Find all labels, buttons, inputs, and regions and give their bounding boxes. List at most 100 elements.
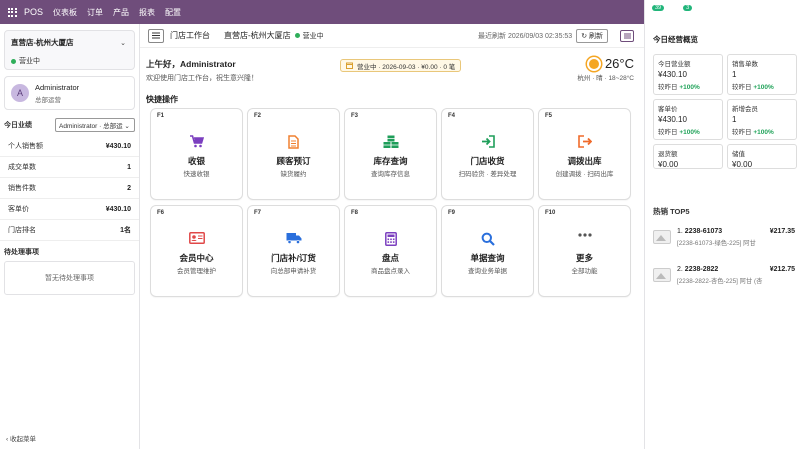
temperature: 26°C: [604, 56, 634, 71]
store-selector[interactable]: 直营店-杭州大厦店 营业中 ⌄: [4, 30, 135, 70]
welcome-text: 欢迎使用门店工作台，祝生意兴隆！: [146, 75, 258, 82]
perf-label: 成交单数: [8, 164, 36, 171]
tile-store-replenish[interactable]: F7 门店补/订货 向总部申请补货: [247, 205, 340, 297]
tile-transfer-out[interactable]: F5 调拨出库 创建调拨 · 扫码出库: [538, 108, 631, 200]
status-dot-icon: [11, 58, 16, 64]
pending-title: 待处理事项: [4, 249, 39, 256]
hot-rank: 2.: [677, 265, 683, 273]
greeting: 上午好，Administrator: [146, 59, 236, 69]
activity-button[interactable]: 3: [677, 5, 695, 17]
hotkey-label: F2: [254, 113, 262, 119]
chat-button[interactable]: 39: [645, 5, 667, 17]
calculator-icon: [384, 232, 397, 246]
toolbar-status: 营业中: [294, 31, 324, 41]
perf-value: 1: [127, 163, 131, 171]
tile-name: 盘点: [381, 253, 399, 263]
sign-out-icon: [577, 135, 592, 148]
tile-more[interactable]: F10 更多 全部功能: [538, 205, 631, 297]
stat-value: ¥0.00: [732, 160, 753, 169]
hot-item[interactable]: 1. 2238-61073 ¥217.35 [2238-61073-绿色-225]…: [653, 220, 795, 254]
perf-user-select-value: Administrator · 总部运: [59, 123, 123, 130]
user-avatar-circle: A: [11, 84, 29, 102]
menu-reports[interactable]: 报表: [139, 7, 155, 18]
image-placeholder-icon: [653, 230, 671, 244]
toolbar-store: 直营店-杭州大厦店: [224, 31, 291, 40]
status-dot-icon: [294, 33, 300, 38]
perf-value: 1名: [120, 227, 131, 234]
sidebar-toggle-button[interactable]: [148, 28, 164, 43]
tile-store-receiving[interactable]: F4 门店收货 扫码验货 · 差异处理: [441, 108, 534, 200]
menu-orders[interactable]: 订单: [87, 7, 103, 18]
apps-menu-icon[interactable]: [0, 7, 24, 17]
stat-compare: 较昨日: [658, 84, 678, 91]
left-panel: 直营店-杭州大厦店 营业中 ⌄ A Administrator 总部运营 今日业…: [0, 24, 140, 449]
overview-stats: 今日营业额 ¥430.10 较昨日 +100% 销售单数 1 较昨日 +100%…: [653, 54, 797, 169]
stat-label: 新增会员: [732, 106, 758, 113]
hot-item[interactable]: 2. 2238-2822 ¥212.75 [2238-2822-杏色-225] 阿…: [653, 258, 795, 292]
hotkey-label: F9: [448, 210, 456, 216]
menu-dashboard[interactable]: 仪表板: [53, 7, 77, 18]
tile-name: 门店收货: [470, 156, 505, 166]
refresh-button[interactable]: ↻ 刷新: [576, 29, 608, 43]
fullscreen-button[interactable]: 全屏: [705, 1, 724, 23]
tile-name: 库存查询: [373, 156, 408, 166]
store-name: 直营店-杭州大厦店: [11, 38, 74, 47]
tile-stocktake[interactable]: F8 盘点 商品盘点录入: [344, 205, 437, 297]
tile-name: 收银: [187, 156, 205, 166]
eye-slash-icon: [734, 10, 738, 14]
app-brand[interactable]: POS: [24, 7, 43, 17]
perf-user-select[interactable]: Administrator · 总部运 ⌄: [55, 118, 135, 132]
refresh-label: 刷新: [589, 33, 603, 40]
stat-value: ¥430.10: [658, 70, 687, 79]
fullscreen-label: 全屏: [713, 2, 722, 22]
hot-price: ¥217.35: [769, 227, 795, 235]
business-status-pill: 营业中 · 2026-09-03 · ¥0.00 · 0 笔: [340, 59, 462, 72]
list-icon: [623, 33, 631, 39]
tile-inventory-query[interactable]: F3 库存查询 查询库存信息: [344, 108, 437, 200]
hotkey-label: F1: [157, 113, 165, 119]
tile-name: 更多: [575, 253, 593, 263]
hotkey-label: F6: [157, 210, 165, 216]
hotkey-label: F7: [254, 210, 262, 216]
menu-products[interactable]: 产品: [113, 7, 129, 18]
cubes-icon: [383, 135, 398, 148]
tile-name: 单据查询: [470, 253, 505, 263]
collapse-menu-button[interactable]: ‹ 收起菜单: [6, 433, 36, 443]
tile-name: 会员中心: [179, 253, 214, 263]
tile-desc: 扫码验货 · 差异处理: [458, 171, 517, 178]
stat-card: 储值 ¥0.00: [727, 144, 797, 169]
hotkey-label: F5: [545, 113, 553, 119]
menu-config[interactable]: 配置: [165, 7, 181, 18]
tile-desc: 创建调拨 · 扫码出库: [555, 171, 614, 178]
perf-value: ¥430.10: [105, 142, 131, 150]
stat-label: 退货额: [658, 151, 678, 158]
hot-sellers-title: 热销 TOP5: [653, 207, 690, 216]
stat-card: 客单价 ¥430.10 较昨日 +100%: [653, 99, 723, 140]
tile-name: 门店补/订货: [271, 253, 316, 263]
tile-desc: 商品盘点录入: [371, 268, 410, 275]
stat-label: 销售单数: [732, 61, 758, 68]
tile-member-center[interactable]: F6 会员中心 会员管理维护: [150, 205, 243, 297]
tile-desc: 会员管理维护: [177, 268, 216, 275]
perf-row: 客单价 ¥430.10: [0, 199, 139, 220]
perf-value: ¥430.10: [105, 205, 131, 213]
store-status: 营业中: [11, 56, 128, 66]
stat-value: 1: [732, 115, 737, 124]
quick-actions-title: 快捷操作: [146, 95, 178, 104]
company-switcher[interactable]: My Company: [764, 3, 798, 21]
activity-count-badge: 3: [683, 5, 693, 11]
tile-customer-booking[interactable]: F2 顾客预订 缺货履约: [247, 108, 340, 200]
stat-value: ¥0.00: [658, 160, 679, 169]
stat-value: 1: [732, 70, 737, 79]
stat-delta: +100%: [679, 84, 700, 91]
hot-detail: [2238-2822-杏色-225] 阿甘 (杏: [677, 277, 763, 285]
stat-label: 客单价: [658, 106, 678, 113]
workbench-main: 门店工作台 直营店-杭州大厦店 营业中 最近刷新 2026/09/03 02:3…: [140, 24, 644, 449]
tile-document-query[interactable]: F9 单据查询 查询业务单据: [441, 205, 534, 297]
perf-label: 个人销售额: [8, 143, 43, 150]
perf-value: 2: [127, 184, 131, 192]
tile-checkout[interactable]: F1 收银 快速收银: [150, 108, 243, 200]
user-card: A Administrator 总部运营: [4, 76, 135, 110]
view-toggle-button[interactable]: [620, 30, 634, 42]
hot-rank: 1.: [677, 227, 683, 235]
